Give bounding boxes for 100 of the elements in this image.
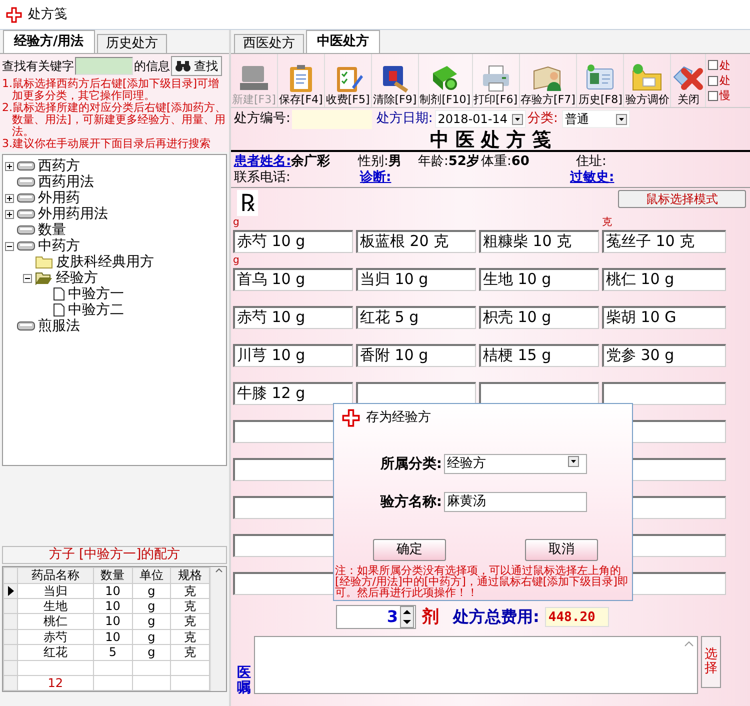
herb-field[interactable]: 枳壳 10 g <box>479 306 599 329</box>
tree-item[interactable]: 经验方 <box>56 270 98 286</box>
herb-field[interactable]: 粗糠柴 10 克 <box>479 230 599 253</box>
herb-field[interactable]: 柴胡 10 G <box>602 306 726 329</box>
herb-field[interactable]: 桔梗 15 g <box>479 344 599 367</box>
hint-text: 2.鼠标选择所建的对应分类后右键[添加药方、数量、用法]，可新建更多经验方、用量、用法。 <box>2 102 227 138</box>
tree-item[interactable]: 中药方 <box>38 238 80 254</box>
checkbox[interactable] <box>708 60 718 70</box>
tree-item[interactable]: 中验方一 <box>68 286 124 302</box>
toolbar-button[interactable]: 历史[F8] <box>577 54 624 107</box>
herb-field[interactable]: 板蓝根 20 克 <box>356 230 476 253</box>
toolbar-button[interactable]: 打印[F6] <box>472 54 520 107</box>
table-cell: g <box>132 614 171 630</box>
table-cell: g <box>132 598 171 614</box>
toolbar-button[interactable]: 验方调价 <box>624 54 672 107</box>
toolbar-button[interactable]: 收费[F5] <box>324 54 372 107</box>
name-field[interactable]: 麻黄汤 <box>444 492 587 512</box>
plus-box-icon[interactable] <box>5 210 14 218</box>
table-cell: 桃仁 <box>18 614 94 630</box>
cross-icon <box>342 409 360 427</box>
tree-item[interactable]: 中验方二 <box>68 302 124 318</box>
herb-field[interactable]: 首乌 10 g <box>233 268 353 291</box>
field-label: 处方编号: <box>234 111 290 127</box>
checkbox-label: 处 <box>719 74 730 88</box>
table-cell: 赤芍 <box>18 629 94 645</box>
checkbox[interactable] <box>708 90 718 101</box>
toolbar-button[interactable]: 保存[F4] <box>278 54 325 107</box>
scrollbar[interactable] <box>210 567 226 691</box>
number-field[interactable] <box>292 110 372 128</box>
toolbar-button[interactable]: 存验方[F7] <box>520 54 578 107</box>
tab[interactable]: 西医处方 <box>234 34 304 53</box>
column-header: 单位 <box>132 568 171 584</box>
herb-field[interactable]: 川芎 10 g <box>233 344 353 367</box>
herb-field[interactable]: 赤芍 10 g <box>233 230 353 253</box>
search-label: 的信息 <box>134 58 170 74</box>
total-label: 处方总费用: <box>453 607 540 627</box>
herb-field[interactable]: 桃仁 10 g <box>602 268 726 291</box>
category-select[interactable]: 经验方 <box>444 454 587 474</box>
binoculars-icon <box>175 60 191 72</box>
mode-button[interactable]: 鼠标选择模式 <box>618 190 746 208</box>
rx-symbol: ℞ <box>237 190 258 216</box>
herb-field[interactable]: 红花 5 g <box>356 306 476 329</box>
hint-text: 3.建议你在手动展开下面目录后再进行搜索 <box>2 138 212 150</box>
category-select[interactable]: 普通 <box>562 110 630 128</box>
tree-item[interactable]: 西药用法 <box>38 174 94 190</box>
herb-field[interactable]: 党参 30 g <box>602 344 726 367</box>
dose-spinner[interactable]: 3 <box>336 605 416 629</box>
minus-box-icon[interactable] <box>23 274 32 282</box>
table-cell: 10 <box>93 598 132 614</box>
table-cell: g <box>132 644 171 660</box>
plus-box-icon[interactable] <box>5 162 14 170</box>
tab[interactable]: 中医处方 <box>306 30 380 53</box>
field-value: 52岁 <box>448 154 480 170</box>
table-cell: 当归 <box>18 583 94 599</box>
toolbar-button[interactable]: 制剂[F10] <box>418 54 473 107</box>
tree-item[interactable]: 西药方 <box>38 158 80 174</box>
toolbar-button[interactable]: 清除[F9] <box>372 54 419 107</box>
field-link[interactable]: 患者姓名: <box>234 154 292 170</box>
form-heading: 中 医 处 方 笺 <box>231 130 750 152</box>
checkbox-label: 慢 <box>719 89 730 102</box>
checkbox[interactable] <box>708 76 718 86</box>
herb-field[interactable]: 当归 10 g <box>356 268 476 291</box>
dialog-button[interactable]: 确定 <box>373 539 446 561</box>
select-button[interactable]: 选择 <box>701 636 721 688</box>
drawer-icon <box>17 225 35 235</box>
tree-item[interactable]: 煎服法 <box>38 318 80 334</box>
herb-field[interactable]: 香附 10 g <box>356 344 476 367</box>
grid-title: 方子 [中验方一]的配方 <box>2 546 227 564</box>
tree-item[interactable]: 数量 <box>38 222 66 238</box>
herb-field[interactable] <box>356 382 476 405</box>
herb-field[interactable]: 菟丝子 10 克 <box>602 230 726 253</box>
herb-field[interactable] <box>602 382 726 405</box>
search-field[interactable] <box>75 57 133 75</box>
cross-icon <box>6 6 22 22</box>
field-label: 住址: <box>576 154 606 170</box>
toolbar-button[interactable]: 关闭 <box>671 54 706 107</box>
advice-field[interactable] <box>254 636 698 694</box>
plus-box-icon[interactable] <box>5 194 14 202</box>
tab[interactable]: 经验方/用法 <box>3 30 95 53</box>
date-picker[interactable]: 2018-01-14 <box>434 110 526 128</box>
herb-field[interactable] <box>479 382 599 405</box>
search-button[interactable]: 查找 <box>171 56 222 76</box>
table-cell: 生地 <box>18 598 94 614</box>
advice-label: 医嘱 <box>237 666 251 697</box>
minus-box-icon[interactable] <box>5 242 14 250</box>
unit-label: 剂 <box>422 606 439 628</box>
field-link[interactable]: 诊断: <box>360 170 392 186</box>
tab[interactable]: 历史处方 <box>96 34 167 53</box>
folder-icon <box>35 255 53 269</box>
tree-item[interactable]: 外用药 <box>38 190 80 206</box>
unit-mark: g <box>233 255 240 266</box>
field-link[interactable]: 过敏史: <box>570 170 614 186</box>
herb-field[interactable]: 牛膝 12 g <box>233 382 353 405</box>
tree-item[interactable]: 皮肤科经典用方 <box>56 254 154 270</box>
dialog-button[interactable]: 取消 <box>525 539 598 561</box>
tree-item[interactable]: 外用药用法 <box>38 206 108 222</box>
herb-field[interactable]: 生地 10 g <box>479 268 599 291</box>
herb-field[interactable]: 赤芍 10 g <box>233 306 353 329</box>
drawer-icon <box>17 177 35 187</box>
column-header: 数量 <box>93 568 132 584</box>
